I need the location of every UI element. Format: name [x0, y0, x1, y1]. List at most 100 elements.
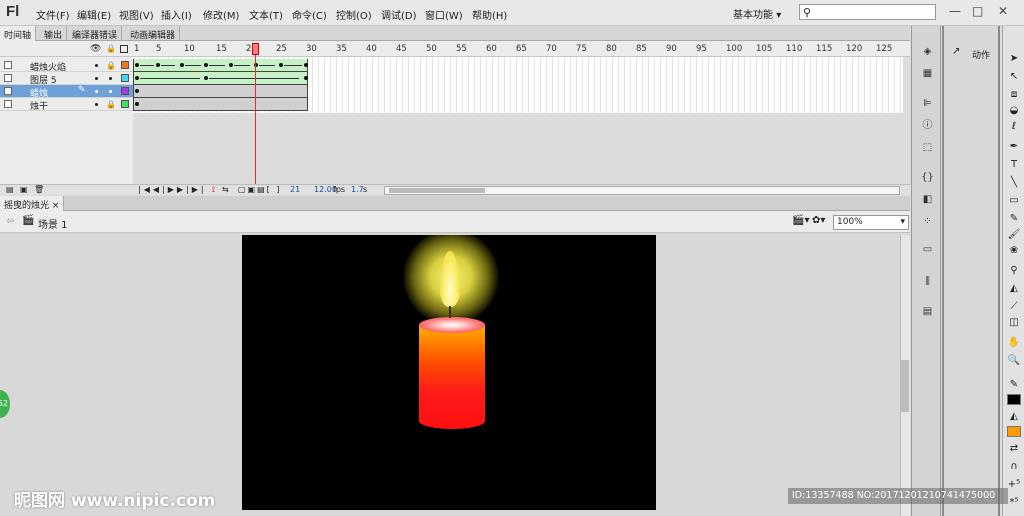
current-frame[interactable]: 21 [290, 185, 300, 194]
minimize-button[interactable]: — [949, 4, 961, 18]
layer-row[interactable]: 烛干 🔒 [0, 98, 133, 112]
eye-icon[interactable]: 👁 [90, 44, 101, 54]
stroke-color-swatch[interactable] [1007, 394, 1021, 405]
visibility-dot[interactable] [95, 64, 98, 67]
line-tool-icon[interactable]: ╲ [1007, 176, 1021, 190]
visibility-dot[interactable] [95, 90, 98, 93]
timeline-hscroll[interactable] [384, 186, 900, 195]
keyframe[interactable] [229, 63, 233, 67]
delete-layer-icon[interactable]: 🗑 [34, 185, 44, 194]
snap-icon[interactable]: ∩ [1007, 460, 1021, 474]
actions-icon[interactable]: ↗ [952, 46, 960, 57]
keyframe[interactable] [135, 76, 139, 80]
menu-help[interactable]: 帮助(H) [472, 7, 507, 22]
workspace-switcher[interactable]: 基本功能 ▾ [733, 6, 781, 21]
visibility-dot[interactable] [95, 103, 98, 106]
hand-tool-icon[interactable]: ✋ [1007, 336, 1021, 350]
free-transform-icon[interactable]: ⧈ [1007, 88, 1021, 102]
keyframe[interactable] [180, 63, 184, 67]
frame-ruler[interactable]: 1 5 10 15 20 25 30 35 40 45 50 55 60 65 … [133, 41, 903, 57]
swap-colors-icon[interactable]: ⇄ [1007, 442, 1021, 456]
onion-skin-icons[interactable]: ▢▣▤[ ] [238, 185, 281, 194]
menu-commands[interactable]: 命令(C) [292, 7, 327, 22]
lock-dot[interactable] [109, 77, 112, 80]
tab-timeline[interactable]: 时间轴 [0, 26, 37, 41]
layer-color-swatch[interactable] [121, 87, 129, 95]
menu-edit[interactable]: 编辑(E) [77, 7, 111, 22]
pencil-tool-icon[interactable]: ✎ [1007, 212, 1021, 226]
stage-vscroll-thumb[interactable] [901, 360, 909, 412]
menu-view[interactable]: 视图(V) [119, 7, 154, 22]
selection-tool-icon[interactable]: ➤ [1007, 52, 1021, 66]
rectangle-tool-icon[interactable]: ▭ [1007, 194, 1021, 208]
menu-control[interactable]: 控制(O) [336, 7, 372, 22]
keyframe[interactable] [204, 63, 208, 67]
lock-icon[interactable]: 🔒 [106, 61, 116, 70]
motion-tween[interactable] [133, 59, 308, 72]
frame-grid[interactable] [133, 57, 903, 113]
zoom-tool-icon[interactable]: 🔍 [1007, 354, 1021, 368]
layer-row[interactable]: 蜡烛火焰 🔒 [0, 59, 133, 73]
components-icon[interactable]: ◧ [921, 194, 934, 205]
close-button[interactable]: ✕ [998, 4, 1008, 18]
layer-color-swatch[interactable] [121, 100, 129, 108]
project-icon[interactable]: ▭ [921, 244, 934, 255]
center-frame-icon[interactable]: ⟟ [212, 185, 215, 195]
menu-window[interactable]: 窗口(W) [425, 7, 463, 22]
playback-controls[interactable]: |◀◀|▶▶|▶| [138, 185, 207, 194]
new-folder-icon[interactable]: ▣ [20, 185, 28, 194]
document-tab[interactable]: 摇曳的烛光 × [0, 196, 65, 211]
keyframe[interactable] [135, 102, 139, 106]
straighten-icon[interactable]: *⁵ [1007, 496, 1021, 510]
tab-compiler-errors[interactable]: 编译器错误 [68, 26, 123, 41]
menu-text[interactable]: 文本(T) [249, 7, 283, 22]
eraser-tool-icon[interactable]: ◫ [1007, 316, 1021, 330]
brush-tool-icon[interactable]: 🖌 [1007, 228, 1021, 242]
edit-symbols-icon[interactable]: ✿▾ [812, 215, 825, 226]
lasso-tool-icon[interactable]: ℓ [1007, 120, 1021, 134]
candle-wick[interactable] [449, 306, 451, 318]
keyframe[interactable] [135, 89, 139, 93]
zoom-select[interactable]: 100% ▾ [833, 215, 909, 230]
pen-tool-icon[interactable]: ✒ [1007, 140, 1021, 154]
keyframe[interactable] [135, 63, 139, 67]
menu-debug[interactable]: 调试(D) [381, 7, 417, 22]
loop-icon[interactable]: ⇆ [222, 185, 229, 194]
layer-color-swatch[interactable] [121, 61, 129, 69]
layer-row-selected[interactable]: 蜡烛 ✎ [0, 85, 133, 99]
align-icon[interactable]: ⊫ [921, 98, 934, 109]
menu-modify[interactable]: 修改(M) [203, 7, 239, 22]
new-layer-icon[interactable]: ▤ [6, 185, 14, 194]
restore-button[interactable]: □ [972, 4, 983, 18]
layer-row[interactable]: 图层 5 [0, 72, 133, 86]
fill-color-icon[interactable]: ◭ [1007, 410, 1021, 424]
help-search-input[interactable]: ⚲ [799, 4, 936, 20]
library-icon[interactable]: ⫼ [921, 276, 934, 287]
static-frames[interactable] [133, 85, 308, 98]
keyframe[interactable] [204, 76, 208, 80]
stage-canvas[interactable] [242, 235, 656, 510]
deco-tool-icon[interactable]: ❀ [1007, 244, 1021, 258]
motion-presets-icon[interactable]: ⁘ [921, 216, 934, 227]
properties-icon[interactable]: ▤ [921, 306, 934, 317]
keyframe[interactable] [156, 63, 160, 67]
layer-color-swatch[interactable] [121, 74, 129, 82]
playhead-handle[interactable] [252, 43, 259, 55]
info-icon[interactable]: ⓘ [921, 120, 934, 131]
lock-dot[interactable] [109, 90, 112, 93]
keyframe[interactable] [279, 63, 283, 67]
stroke-color-icon[interactable]: ✎ [1007, 378, 1021, 392]
eyedropper-icon[interactable]: ⟋ [1007, 300, 1021, 314]
subselection-tool-icon[interactable]: ↖ [1007, 70, 1021, 84]
visibility-dot[interactable] [95, 77, 98, 80]
menu-file[interactable]: 文件(F) [36, 7, 70, 22]
candle-top[interactable] [419, 317, 485, 333]
lock-icon[interactable]: 🔒 [106, 44, 116, 53]
tab-motion-editor[interactable]: 动画编辑器 [126, 26, 181, 41]
text-tool-icon[interactable]: T [1007, 158, 1021, 172]
swatches-icon[interactable]: ▦ [921, 68, 934, 79]
actions-label[interactable]: 动作 [972, 48, 990, 61]
menu-insert[interactable]: 插入(I) [161, 7, 192, 22]
keyframe[interactable] [304, 63, 308, 67]
lock-icon[interactable]: 🔒 [106, 100, 116, 109]
